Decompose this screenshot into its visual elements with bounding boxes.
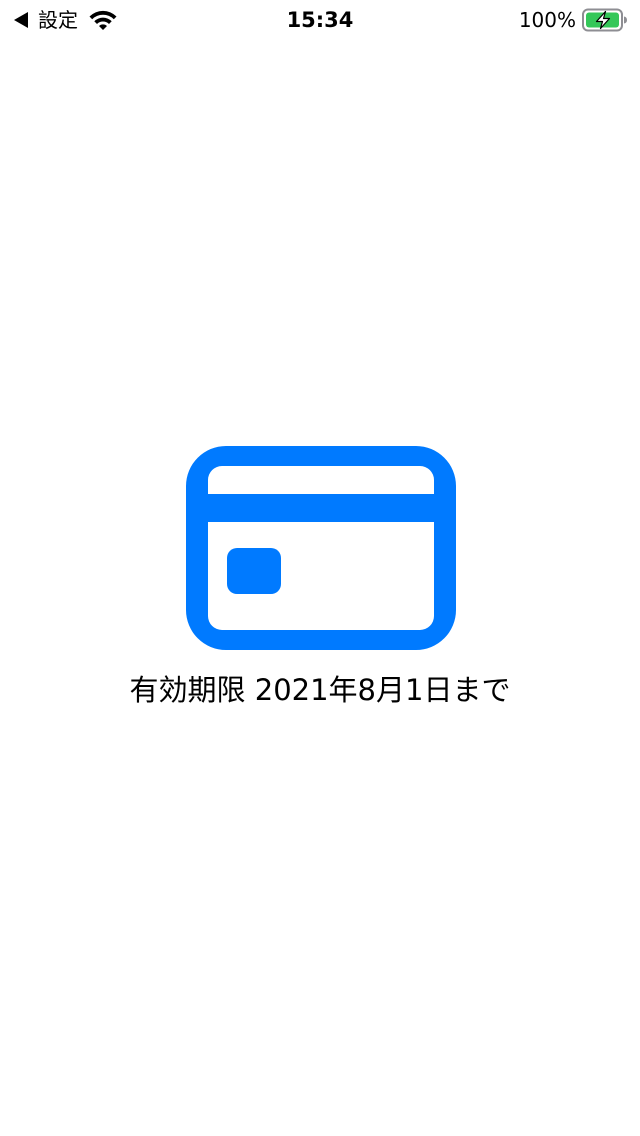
battery-percentage: 100%: [518, 8, 576, 32]
credit-card-icon: [186, 446, 456, 650]
battery-charging-icon: [582, 8, 627, 32]
expiry-date-text: 有効期限 2021年8月1日まで: [129, 673, 511, 707]
status-right: 100%: [519, 6, 628, 34]
status-bar: 設定 15:34 100%: [0, 0, 640, 40]
